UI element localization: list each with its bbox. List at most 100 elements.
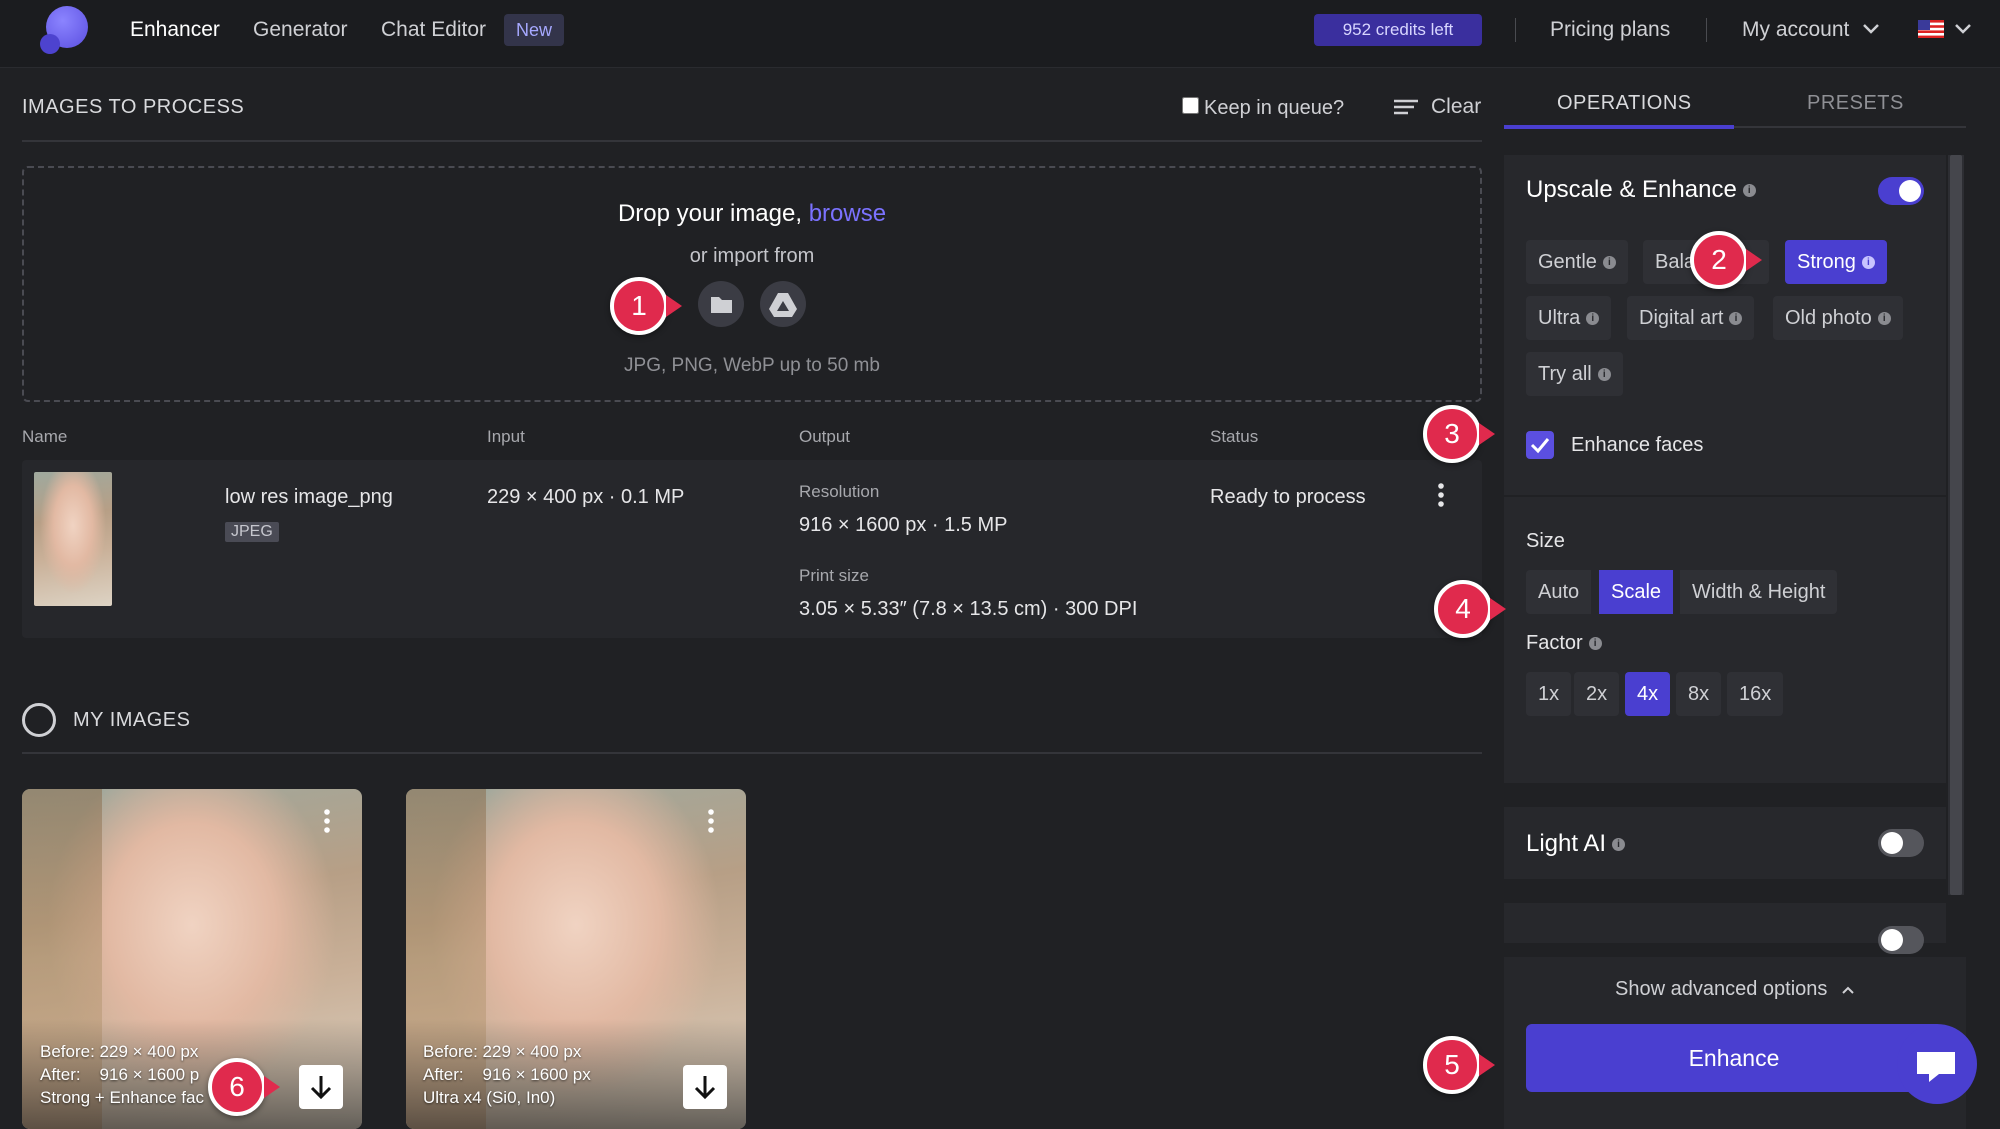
divider: [22, 140, 1482, 142]
chat-icon: [1917, 1052, 1955, 1082]
my-images-title: MY IMAGES: [73, 709, 191, 731]
advanced-options-toggle[interactable]: Show advanced options: [1615, 978, 1827, 1000]
card-menu-icon[interactable]: [318, 808, 336, 834]
scrollbar-thumb[interactable]: [1950, 155, 1962, 895]
after-value: 916 × 1600 p: [99, 1065, 200, 1084]
size-scale[interactable]: Scale: [1599, 570, 1674, 614]
select-all-radio[interactable]: [22, 703, 56, 737]
factor-label-wrap: Factor i: [1526, 632, 1602, 655]
callout-3: 3: [1423, 405, 1495, 463]
info-icon[interactable]: i: [1586, 312, 1600, 326]
hidden-option-toggle[interactable]: [1878, 926, 1924, 954]
info-icon[interactable]: i: [1729, 312, 1743, 326]
factor-option-label: 16x: [1739, 683, 1772, 705]
format-badge: JPEG: [225, 522, 279, 542]
light-ai-wrap: Light AI i: [1526, 830, 1626, 858]
mode-label: Digital art: [1639, 307, 1724, 329]
callout-4: 4: [1434, 580, 1506, 638]
row-menu-icon[interactable]: [1432, 482, 1450, 508]
factor-16x[interactable]: 16x: [1727, 672, 1784, 716]
card-menu-icon[interactable]: [702, 808, 720, 834]
tab-presets[interactable]: PRESETS: [1807, 92, 1904, 115]
mode-ultra[interactable]: Ultra i: [1526, 296, 1612, 340]
light-ai-toggle[interactable]: [1878, 829, 1924, 857]
upscale-toggle[interactable]: [1878, 177, 1924, 205]
clear-button[interactable]: Clear: [1431, 95, 1481, 119]
factor-8x[interactable]: 8x: [1676, 672, 1722, 716]
images-to-process-title: IMAGES TO PROCESS: [22, 96, 245, 118]
advanced-options-wrap[interactable]: Show advanced options: [1504, 978, 1966, 1001]
factor-2x[interactable]: 2x: [1574, 672, 1620, 716]
chevron-down-icon[interactable]: [1862, 22, 1880, 36]
mode-try-all[interactable]: Try all i: [1526, 352, 1623, 396]
checkmark-icon: [1530, 438, 1550, 454]
info-icon[interactable]: i: [1602, 256, 1616, 270]
print-size: 3.05 × 5.33″ (7.8 × 13.5 cm) · 300 DPI: [799, 598, 1138, 620]
mode-gentle[interactable]: Gentle i: [1526, 240, 1628, 284]
col-input: Input: [487, 427, 525, 446]
after-label: After:: [423, 1065, 464, 1084]
row-thumbnail: [34, 472, 112, 606]
account-menu[interactable]: My account: [1742, 18, 1849, 42]
nav-generator[interactable]: Generator: [253, 18, 348, 42]
pricing-link[interactable]: Pricing plans: [1550, 18, 1670, 42]
size-label: Size: [1526, 530, 1565, 552]
keep-in-queue-checkbox[interactable]: [1182, 97, 1199, 114]
factor-4x[interactable]: 4x: [1625, 672, 1671, 716]
chevron-down-icon[interactable]: [1954, 22, 1972, 36]
col-output: Output: [799, 427, 851, 446]
mode-digital-art[interactable]: Digital art i: [1627, 296, 1755, 340]
drive-import-button[interactable]: [760, 281, 806, 327]
output-resolution: 916 × 1600 px · 1.5 MP: [799, 514, 1008, 536]
after-value: 916 × 1600 px: [482, 1065, 591, 1084]
folder-import-button[interactable]: [698, 281, 744, 327]
download-button[interactable]: [299, 1065, 343, 1109]
info-icon[interactable]: i: [1742, 184, 1756, 198]
callout-6: 6: [208, 1058, 280, 1116]
mode-old-photo[interactable]: Old photo i: [1773, 296, 1903, 340]
info-icon[interactable]: i: [1612, 838, 1626, 852]
info-icon[interactable]: i: [1877, 312, 1891, 326]
nav-chat-editor[interactable]: Chat Editor: [381, 18, 486, 42]
info-icon[interactable]: i: [1588, 637, 1602, 651]
factor-1x[interactable]: 1x: [1526, 672, 1572, 716]
credits-badge[interactable]: 952 credits left: [1314, 14, 1482, 46]
upscale-title-wrap: Upscale & Enhance i: [1526, 176, 1756, 204]
info-icon[interactable]: i: [1861, 256, 1875, 270]
folder-icon: [711, 297, 732, 313]
nav-enhancer[interactable]: Enhancer: [130, 18, 220, 42]
card-ops: Ultra x4 (Si0, In0): [423, 1088, 556, 1107]
card-ops: Strong + Enhance fac: [40, 1088, 204, 1107]
browse-link[interactable]: browse: [809, 200, 886, 227]
logo[interactable]: [38, 6, 88, 56]
keep-in-queue-label[interactable]: Keep in queue?: [1204, 97, 1344, 120]
mode-strong[interactable]: Strong i: [1785, 240, 1887, 284]
chat-bubble-button[interactable]: [1897, 1024, 1977, 1104]
size-auto[interactable]: Auto: [1526, 570, 1592, 614]
google-drive-icon: [769, 293, 797, 317]
enhance-button[interactable]: Enhance: [1526, 1024, 1942, 1092]
card-after: After: 916 × 1600 p: [40, 1063, 199, 1086]
mode-label: Strong: [1797, 251, 1856, 273]
size-option-label: Width & Height: [1692, 581, 1826, 603]
divider: [1515, 18, 1516, 42]
size-width-height[interactable]: Width & Height: [1680, 570, 1838, 614]
light-ai-title: Light AI: [1526, 830, 1607, 857]
before-value: 229 × 400 px: [99, 1042, 199, 1061]
tab-operations[interactable]: OPERATIONS: [1557, 92, 1692, 115]
factor-option-label: 2x: [1586, 683, 1608, 705]
before-value: 229 × 400 px: [482, 1042, 582, 1061]
before-label: Before:: [40, 1042, 95, 1061]
download-button[interactable]: [683, 1065, 727, 1109]
factor-option-label: 4x: [1637, 683, 1659, 705]
us-flag-icon[interactable]: [1918, 20, 1944, 38]
resolution-label: Resolution: [799, 482, 880, 501]
clear-list-icon[interactable]: [1394, 98, 1418, 116]
card-after: After: 916 × 1600 px: [423, 1063, 591, 1086]
info-icon[interactable]: i: [1597, 368, 1611, 382]
chevron-up-icon: [1842, 986, 1854, 994]
callout-1: 1: [610, 277, 682, 335]
enhance-faces-label[interactable]: Enhance faces: [1571, 434, 1703, 457]
mode-label: Old photo: [1785, 307, 1872, 329]
enhance-faces-checkbox[interactable]: [1526, 431, 1554, 459]
